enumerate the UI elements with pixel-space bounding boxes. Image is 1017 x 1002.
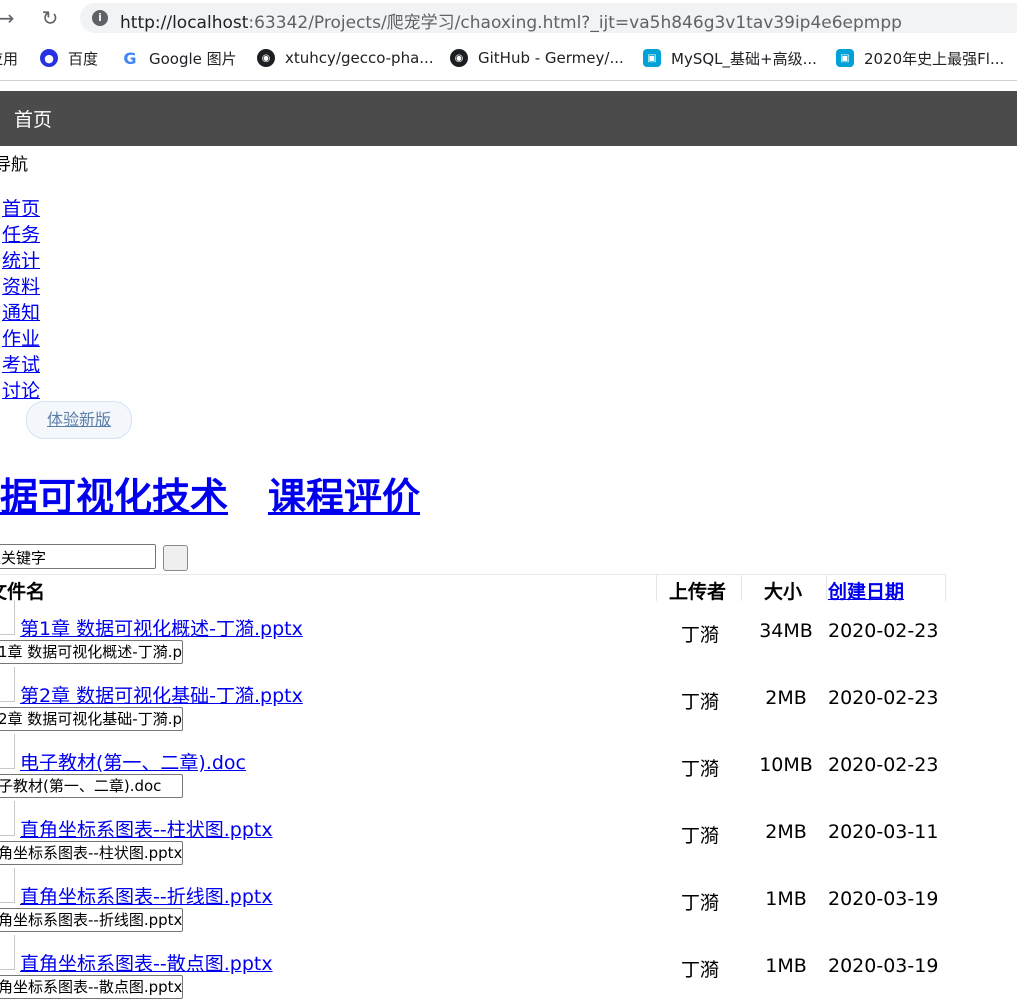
- nav-link-exams[interactable]: 考试: [2, 350, 40, 377]
- row-checkbox[interactable]: [0, 935, 15, 970]
- uploader-cell: 丁漪: [681, 825, 720, 847]
- info-icon[interactable]: i: [92, 10, 108, 26]
- nav-link-discussion[interactable]: 讨论: [2, 376, 40, 403]
- github-icon: ◉: [450, 49, 468, 67]
- bookmarks-bar: 应用 ● 百度 G Google 图片 ◉ xtuhcy/gecco-pha..…: [0, 38, 1017, 81]
- column-divider: [945, 575, 946, 601]
- size-cell: 1MB: [765, 888, 807, 910]
- rename-value: 直角坐标系图表--散点图.pptx: [0, 978, 183, 996]
- rename-field[interactable]: 直角坐标系图表--折线图.pptx: [0, 908, 183, 932]
- bookmark-label: 2020年史上最强Fl...: [864, 49, 1005, 68]
- rename-field[interactable]: 第2章 数据可视化基础-丁漪.pptx: [0, 707, 183, 731]
- table-row: 直角坐标系图表--柱状图.pptx 直角坐标系图表--柱状图.pptx 丁漪 2…: [0, 801, 1017, 868]
- row-checkbox[interactable]: [0, 734, 15, 769]
- rename-value: 电子教材(第一、二章).doc: [0, 777, 162, 795]
- course-title-link[interactable]: 数据可视化技术: [0, 466, 228, 521]
- row-checkbox[interactable]: [0, 868, 15, 903]
- uploader-cell: 丁漪: [681, 624, 720, 646]
- bookmark-label: MySQL_基础+高级...: [671, 49, 817, 68]
- nav-link-materials[interactable]: 资料: [2, 272, 40, 299]
- back-arrow-icon[interactable]: →: [0, 6, 18, 30]
- browser-address-bar: → ↻ i http://localhost:63342/Projects/爬宠…: [0, 0, 1017, 36]
- row-checkbox[interactable]: [0, 801, 15, 836]
- bookmark-apps[interactable]: 应用: [0, 48, 18, 68]
- column-divider: [826, 575, 827, 601]
- date-cell: 2020-02-23: [828, 620, 939, 642]
- size-cell: 34MB: [759, 620, 813, 642]
- date-cell: 2020-03-11: [828, 821, 939, 843]
- rename-field[interactable]: 电子教材(第一、二章).doc: [0, 774, 183, 798]
- rename-value: 第2章 数据可视化基础-丁漪.pptx: [0, 710, 183, 728]
- size-cell: 10MB: [759, 754, 813, 776]
- bookmark-label: GitHub - Germey/...: [478, 49, 624, 67]
- bookmark-2020[interactable]: ▣ 2020年史上最强Fl...: [836, 48, 1004, 68]
- reload-icon[interactable]: ↻: [38, 6, 62, 30]
- bookmark-label: xtuhcy/gecco-pha...: [285, 49, 434, 67]
- file-link[interactable]: 电子教材(第一、二章).doc: [20, 748, 246, 775]
- baidu-paw-icon: ●: [40, 49, 58, 67]
- search-button[interactable]: [163, 545, 188, 571]
- uploader-cell: 丁漪: [681, 892, 720, 914]
- bilibili-tv-icon: ▣: [836, 49, 854, 67]
- nav-link-tasks[interactable]: 任务: [2, 220, 40, 247]
- column-divider: [656, 575, 657, 601]
- uploader-cell: 丁漪: [681, 691, 720, 713]
- table-row: 第2章 数据可视化基础-丁漪.pptx 第2章 数据可视化基础-丁漪.pptx …: [0, 667, 1017, 734]
- size-cell: 2MB: [765, 821, 807, 843]
- file-link[interactable]: 直角坐标系图表--折线图.pptx: [20, 882, 273, 909]
- nav-link-homework[interactable]: 作业: [2, 324, 40, 351]
- top-nav-bar: 首页: [0, 91, 1017, 146]
- rename-field[interactable]: 第1章 数据可视化概述-丁漪.pptx: [0, 640, 183, 664]
- nav-link-notices[interactable]: 通知: [2, 298, 40, 325]
- bookmark-baidu[interactable]: ● 百度: [40, 48, 98, 68]
- bookmark-label: Google 图片: [149, 49, 237, 68]
- nav-heading: 导航: [0, 155, 28, 175]
- uploader-cell: 丁漪: [681, 959, 720, 981]
- row-checkbox[interactable]: [0, 600, 15, 635]
- keyword-search-input[interactable]: [0, 544, 156, 569]
- file-link[interactable]: 第1章 数据可视化概述-丁漪.pptx: [20, 614, 303, 641]
- date-cell: 2020-02-23: [828, 687, 939, 709]
- row-checkbox[interactable]: [0, 667, 15, 702]
- date-cell: 2020-03-19: [828, 888, 939, 910]
- date-cell: 2020-03-19: [828, 955, 939, 977]
- url-host: http://localhost: [120, 13, 249, 33]
- bookmark-mysql[interactable]: ▣ MySQL_基础+高级...: [643, 48, 817, 68]
- nav-link-stats[interactable]: 统计: [2, 246, 40, 273]
- rename-field[interactable]: 直角坐标系图表--散点图.pptx: [0, 975, 183, 999]
- bookmark-google-images[interactable]: G Google 图片: [121, 48, 237, 68]
- bookmark-label: 百度: [68, 49, 99, 68]
- github-icon: ◉: [257, 49, 275, 67]
- file-link[interactable]: 直角坐标系图表--柱状图.pptx: [20, 815, 273, 842]
- url-field[interactable]: i http://localhost:63342/Projects/爬宠学习/c…: [80, 3, 1017, 33]
- size-cell: 2MB: [765, 687, 807, 709]
- file-link[interactable]: 第2章 数据可视化基础-丁漪.pptx: [20, 681, 303, 708]
- date-cell: 2020-02-23: [828, 754, 939, 776]
- table-header: 文件名 上传者 大小 创建日期: [0, 574, 946, 603]
- bookmark-gecco[interactable]: ◉ xtuhcy/gecco-pha...: [257, 48, 434, 68]
- rename-value: 直角坐标系图表--折线图.pptx: [0, 911, 183, 929]
- rename-value: 直角坐标系图表--柱状图.pptx: [0, 844, 183, 862]
- rename-value: 第1章 数据可视化概述-丁漪.pptx: [0, 643, 183, 661]
- home-title[interactable]: 首页: [14, 105, 52, 132]
- file-link[interactable]: 直角坐标系图表--散点图.pptx: [20, 949, 273, 976]
- bilibili-tv-icon: ▣: [643, 49, 661, 67]
- bookmark-label: 应用: [0, 49, 19, 68]
- column-divider: [741, 575, 742, 601]
- course-review-link[interactable]: 课程评价: [268, 466, 420, 521]
- uploader-cell: 丁漪: [681, 758, 720, 780]
- try-new-version-button[interactable]: 体验新版: [26, 401, 132, 439]
- table-row: 直角坐标系图表--折线图.pptx 直角坐标系图表--折线图.pptx 丁漪 1…: [0, 868, 1017, 935]
- google-g-icon: G: [123, 48, 137, 68]
- table-row: 电子教材(第一、二章).doc 电子教材(第一、二章).doc 丁漪 10MB …: [0, 734, 1017, 801]
- url-path: :63342/Projects/爬宠学习/chaoxing.html?_ijt=…: [248, 13, 902, 33]
- bookmark-github-germey[interactable]: ◉ GitHub - Germey/...: [450, 48, 624, 68]
- size-cell: 1MB: [765, 955, 807, 977]
- table-row: 第1章 数据可视化概述-丁漪.pptx 第1章 数据可视化概述-丁漪.pptx …: [0, 600, 1017, 667]
- nav-link-home[interactable]: 首页: [2, 194, 40, 221]
- table-row: 直角坐标系图表--散点图.pptx 直角坐标系图表--散点图.pptx 丁漪 1…: [0, 935, 1017, 1002]
- rename-field[interactable]: 直角坐标系图表--柱状图.pptx: [0, 841, 183, 865]
